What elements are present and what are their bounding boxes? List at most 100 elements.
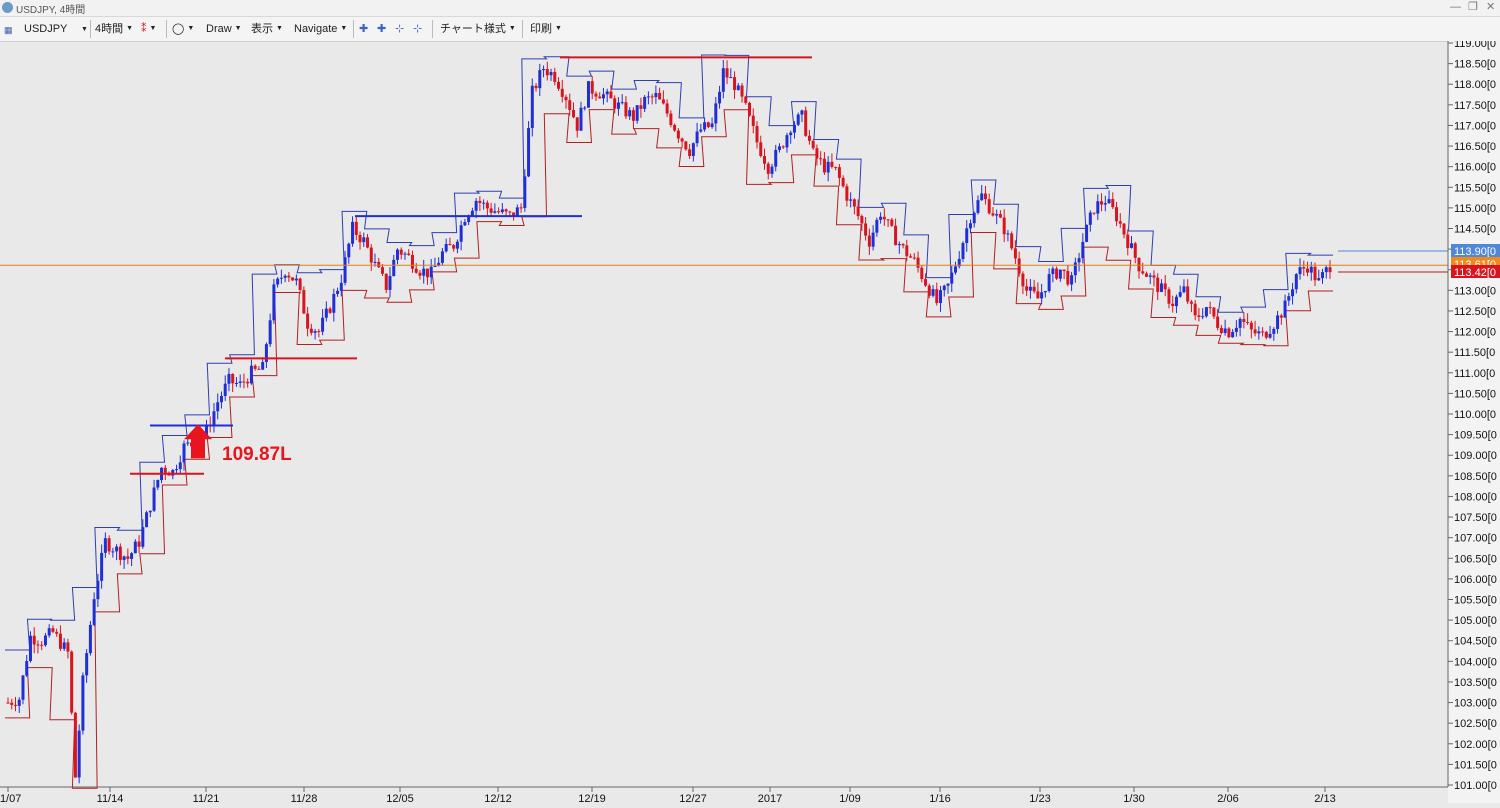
- candle-body: [1032, 286, 1036, 292]
- candle-body: [995, 214, 999, 216]
- candle-body: [905, 245, 909, 257]
- candle-body: [70, 651, 74, 713]
- candle-body: [425, 268, 429, 278]
- candle-body: [500, 209, 504, 213]
- candle-body: [710, 123, 714, 128]
- toolbar-divider: [90, 20, 91, 38]
- candle-body: [493, 211, 497, 213]
- candle-body: [1040, 292, 1044, 299]
- close-icon[interactable]: ✕: [1486, 0, 1495, 14]
- app-logo-icon: [2, 2, 13, 13]
- restore-icon[interactable]: ❐: [1468, 0, 1478, 14]
- candle-body: [1223, 328, 1227, 333]
- time-tick-label: 11/28: [291, 793, 318, 803]
- candle-body: [163, 467, 167, 473]
- candle-body: [156, 480, 160, 488]
- candle-body: [1294, 274, 1298, 290]
- candle-body: [1006, 233, 1010, 235]
- candle-body: [1186, 286, 1190, 302]
- draw-label: Draw: [206, 23, 232, 35]
- candle-body: [860, 216, 864, 224]
- price-tick-label: 110.50[0: [1454, 388, 1496, 400]
- timeframe-selector[interactable]: 4時間 ▼: [95, 21, 133, 37]
- price-tag-label: 113.90[0: [1454, 246, 1496, 258]
- time-tick-label: 2/13: [1314, 793, 1335, 803]
- candle-body: [624, 102, 628, 117]
- price-tick-label: 116.50[0: [1454, 141, 1496, 153]
- draw-menu[interactable]: Draw ▼: [206, 21, 242, 37]
- price-tags: 113.90[0113.61[0113.42[0: [1338, 244, 1500, 279]
- price-chart[interactable]: 109.87L 119.00[0 118.50[0 118.00[0 117.50[0…: [0, 38, 1500, 805]
- candle-body: [762, 156, 766, 164]
- navigate-menu[interactable]: Navigate ▼: [294, 21, 347, 37]
- crosshair-button[interactable]: ✚: [359, 21, 368, 37]
- candle-body: [980, 193, 984, 201]
- candle-body: [1070, 275, 1074, 285]
- candle-body: [770, 166, 774, 174]
- time-tick-label: 12/12: [484, 793, 512, 803]
- candle-body: [1182, 286, 1186, 293]
- candle-body: [1298, 267, 1302, 275]
- chart-style-label: チャート様式: [440, 23, 506, 35]
- candle-body: [669, 113, 673, 126]
- scroll-button[interactable]: ⊹: [413, 21, 422, 37]
- minimize-icon[interactable]: —: [1450, 0, 1461, 14]
- candle-body: [115, 546, 119, 552]
- candlestick-style-button[interactable]: ⁑ ▼: [141, 21, 156, 37]
- candle-body: [1268, 333, 1272, 338]
- zoom-out-button[interactable]: ⊹: [395, 21, 404, 37]
- candle-body: [965, 228, 969, 244]
- candle-body: [1081, 241, 1085, 259]
- candle-body: [118, 546, 122, 560]
- candle-body: [186, 442, 190, 444]
- candle-body: [1118, 221, 1122, 224]
- candle-body: [1144, 273, 1148, 277]
- candle-body: [620, 102, 624, 104]
- price-tick-label: 109.00[0: [1454, 450, 1497, 462]
- price-tick-label: 108.00[0: [1454, 491, 1497, 503]
- candle-body: [28, 635, 32, 662]
- annotation-label: 109.87L: [222, 444, 292, 465]
- symbol-selector[interactable]: USDJPY ▼: [24, 21, 88, 37]
- time-tick-label: 11/14: [97, 793, 124, 803]
- candle-body: [1126, 234, 1130, 248]
- chart-style-menu[interactable]: チャート様式 ▼: [440, 21, 516, 37]
- candle-body: [373, 261, 377, 263]
- candle-body: [444, 244, 448, 252]
- candle-body: [631, 110, 635, 121]
- price-tick-label: 112.50[0: [1454, 306, 1496, 318]
- candle-body: [1283, 300, 1287, 318]
- candle-body: [283, 275, 287, 278]
- candle-body: [961, 243, 965, 259]
- candle-body: [688, 149, 692, 157]
- candle-body: [1010, 233, 1014, 249]
- candle-body: [594, 93, 598, 97]
- time-tick-label: 11/07: [0, 793, 21, 803]
- candle-body: [927, 285, 931, 296]
- shape-tool-button[interactable]: ◯ ▼: [172, 21, 194, 37]
- candle-body: [530, 85, 534, 129]
- candle-body: [452, 245, 456, 249]
- candle-body: [1272, 328, 1276, 334]
- candle-body: [661, 99, 665, 104]
- candle-body: [856, 206, 860, 217]
- grid-icon: ▦: [4, 25, 13, 35]
- time-tick-label: 1/30: [1123, 793, 1144, 803]
- zoom-in-button[interactable]: ✚: [377, 21, 386, 37]
- candle-body: [242, 381, 246, 383]
- candle-body: [238, 381, 242, 383]
- chart-area[interactable]: 109.87L 119.00[0 118.50[0 118.00[0 117.50[0…: [0, 38, 1500, 805]
- candle-body: [145, 512, 149, 528]
- candle-body: [1152, 275, 1156, 278]
- candle-body: [216, 402, 220, 412]
- price-tick-label: 117.50[0: [1454, 100, 1496, 112]
- candle-body: [759, 142, 763, 157]
- print-menu[interactable]: 印刷 ▼: [530, 21, 562, 37]
- candle-body: [909, 256, 913, 258]
- price-tick-label: 101.00[0: [1454, 780, 1497, 792]
- candle-body: [126, 556, 130, 559]
- candle-body: [13, 704, 17, 706]
- candle-body: [1197, 315, 1201, 317]
- view-menu[interactable]: 表示 ▼: [251, 21, 283, 37]
- candle-body: [43, 635, 47, 646]
